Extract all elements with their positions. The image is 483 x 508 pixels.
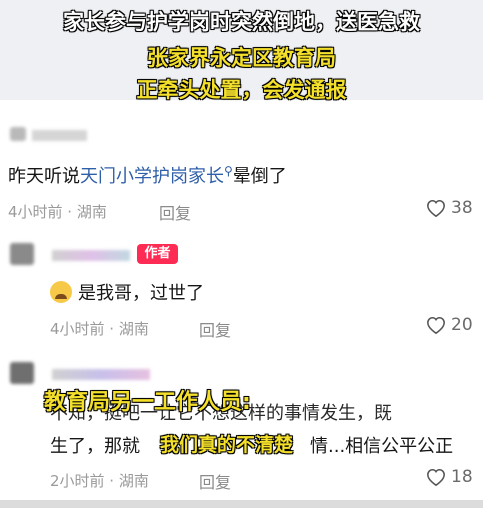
- comment-text-line-2-end: 情...相信公平公正: [310, 436, 454, 457]
- comment-text-line-2-start: 生了，那就: [50, 436, 140, 457]
- comment-text-body: 是我哥，过世了: [78, 283, 204, 304]
- comment-text: 是我哥，过世了: [50, 279, 204, 305]
- heart-icon[interactable]: [425, 315, 447, 335]
- reply-button[interactable]: 回复: [199, 469, 231, 493]
- like-button[interactable]: 38: [425, 198, 473, 218]
- reply-button[interactable]: 回复: [159, 200, 191, 224]
- author-badge: 作者: [137, 244, 178, 264]
- avatar[interactable]: [10, 127, 26, 141]
- comment-text: 昨天听说天门小学护岗家长⚲晕倒了: [8, 162, 287, 188]
- reply-button[interactable]: 回复: [199, 317, 231, 341]
- search-link-label[interactable]: 天门小学护岗家长: [80, 166, 224, 187]
- avatar[interactable]: [10, 362, 34, 384]
- like-count: 18: [451, 467, 473, 487]
- username-blurred[interactable]: [52, 369, 150, 380]
- username-blurred[interactable]: [52, 250, 130, 261]
- headline-line-1: 家长参与护学岗时突然倒地，送医急救: [63, 10, 420, 34]
- comment-text-end: 晕倒了: [232, 166, 287, 187]
- bottom-bar: [0, 500, 483, 508]
- comment-meta: 4小时前 · 湖南: [8, 203, 107, 221]
- crying-emoji-icon: [50, 281, 72, 303]
- like-button[interactable]: 20: [425, 315, 473, 335]
- headline-line-3: 正牵头处置，会发通报: [136, 78, 347, 102]
- avatar[interactable]: [10, 243, 34, 265]
- comment-meta: 2小时前 · 湖南: [50, 472, 149, 490]
- headline-line-2: 张家界永定区教育局: [147, 46, 336, 70]
- comment-meta: 4小时前 · 湖南: [50, 320, 149, 338]
- search-icon[interactable]: ⚲: [224, 164, 233, 178]
- caption-overlay-speaker: 教育局另一工作人员:: [44, 390, 251, 415]
- like-button[interactable]: 18: [425, 467, 473, 487]
- heart-icon[interactable]: [425, 467, 447, 487]
- like-count: 20: [451, 315, 473, 335]
- username-blurred[interactable]: [32, 130, 87, 141]
- like-count: 38: [451, 198, 473, 218]
- comment-text-start: 昨天听说: [8, 166, 80, 187]
- caption-overlay-quote: 我们真的不清楚: [160, 434, 294, 456]
- search-link[interactable]: 天门小学护岗家长⚲: [80, 164, 233, 187]
- heart-icon[interactable]: [425, 198, 447, 218]
